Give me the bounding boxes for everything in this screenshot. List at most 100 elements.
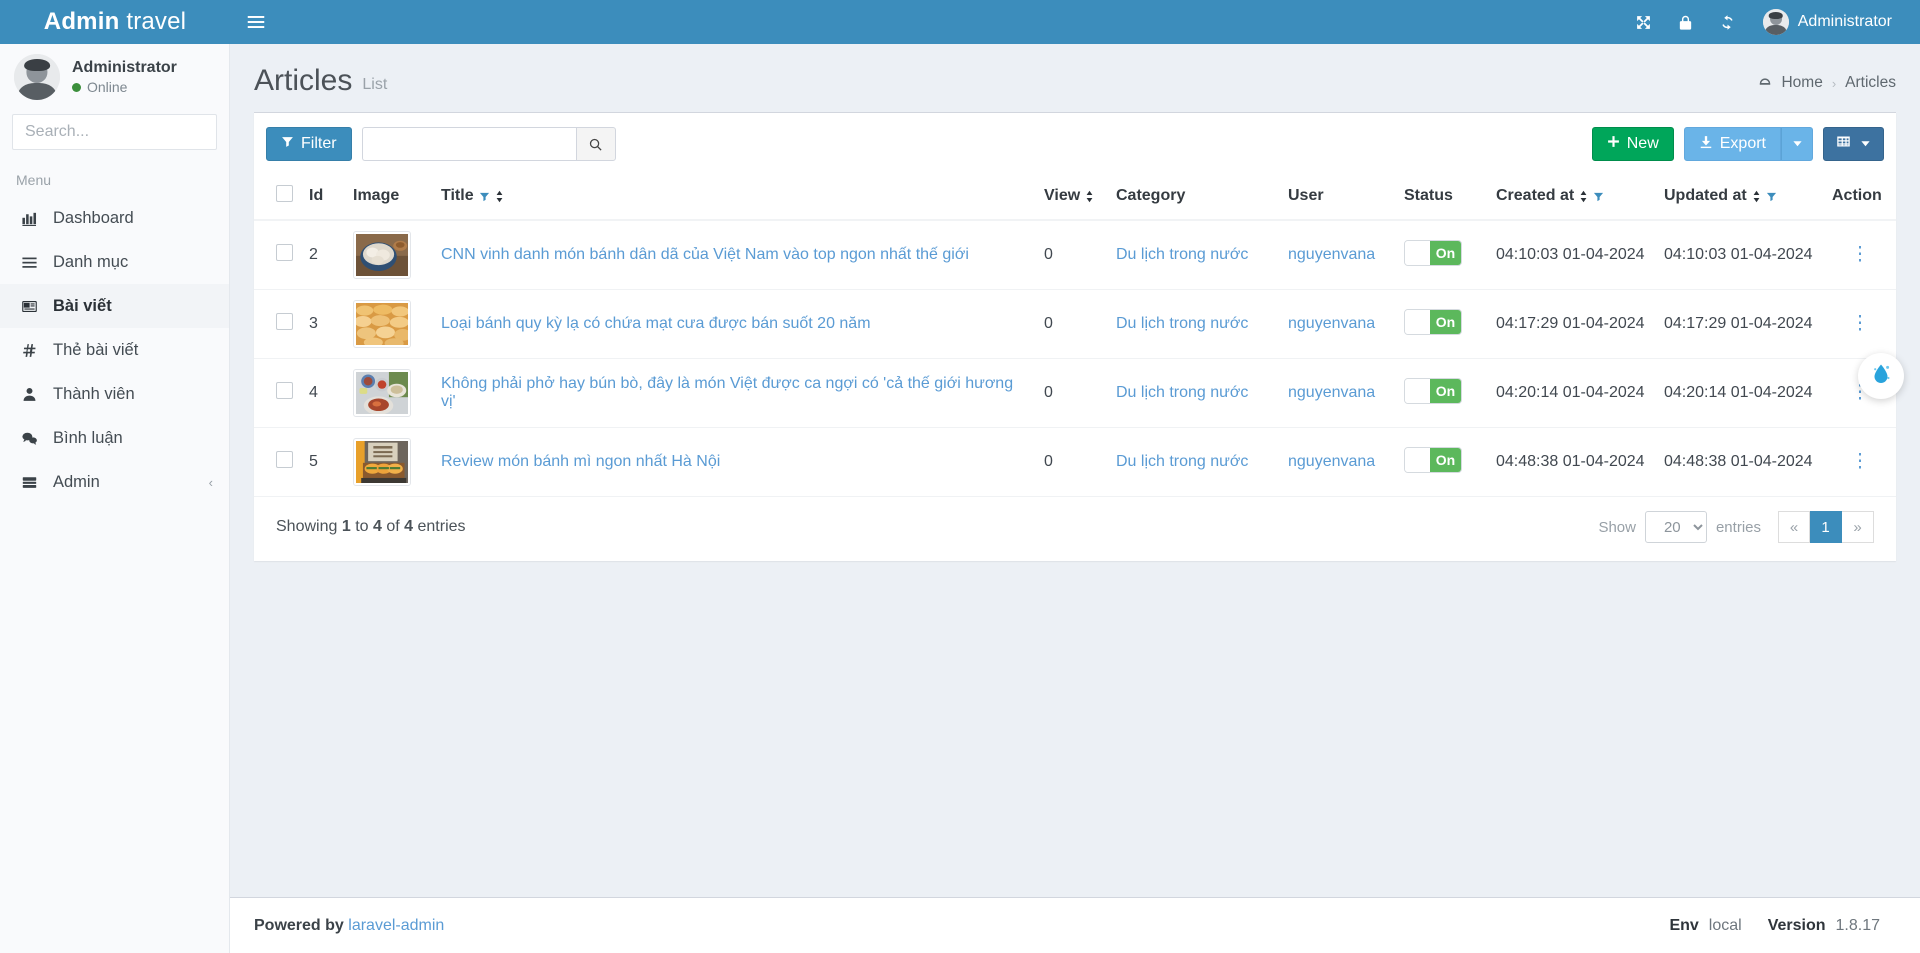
avatar: [1762, 9, 1789, 35]
row-title-link[interactable]: Loại bánh quy kỳ lạ có chứa mạt cưa được…: [441, 315, 871, 332]
banh-mi-thumbnail[interactable]: [353, 438, 411, 486]
sidebar-search-input[interactable]: [13, 123, 244, 141]
cookies-thumbnail[interactable]: [353, 300, 412, 349]
sort-icon[interactable]: [1752, 190, 1761, 203]
status-toggle[interactable]: On: [1404, 378, 1462, 404]
footer-meta: Env local Version 1.8.17: [1669, 917, 1896, 935]
th-title-label: Title: [441, 187, 474, 204]
row-title-link[interactable]: Không phải phở hay bún bò, đây là món Vi…: [441, 375, 1013, 410]
water-drop-icon: [1869, 362, 1893, 391]
row-user-link[interactable]: nguyenvana: [1288, 384, 1375, 401]
hamburger-icon[interactable]: [230, 0, 282, 44]
vertical-dots-icon[interactable]: ⋮: [1851, 452, 1870, 471]
funnel-icon[interactable]: [1593, 191, 1604, 202]
vietnamese-dishes-thumbnail[interactable]: [353, 369, 411, 417]
th-category-label: Category: [1116, 187, 1186, 204]
page-size-select[interactable]: 20: [1644, 511, 1707, 543]
plus-icon: [1607, 135, 1620, 153]
laravel-admin-link[interactable]: laravel-admin: [348, 917, 444, 934]
breadcrumb-home[interactable]: Home: [1781, 74, 1822, 92]
sidebar-item-dashboard[interactable]: Dashboard: [0, 196, 229, 240]
row-category-link[interactable]: Du lịch trong nước: [1116, 384, 1248, 401]
th-status: Status: [1396, 175, 1488, 221]
status-toggle-label: On: [1430, 379, 1461, 403]
powered-by-label: Powered by: [254, 916, 344, 934]
export-button[interactable]: Export: [1683, 127, 1781, 161]
navbar-user-menu[interactable]: Administrator: [1749, 0, 1900, 44]
sidebar-item-danh-muc[interactable]: Danh mục: [0, 240, 229, 284]
funnel-icon[interactable]: [1766, 191, 1777, 202]
water-drop-widget[interactable]: [1858, 353, 1904, 399]
lock-icon[interactable]: [1665, 0, 1707, 44]
filter-button[interactable]: Filter: [266, 127, 352, 161]
content-area: Articles List Home › Articles Filter New…: [230, 44, 1920, 953]
row-category-link[interactable]: Du lịch trong nước: [1116, 315, 1248, 332]
steamed-dumplings-thumbnail[interactable]: [353, 231, 411, 279]
row-image-cell: [345, 358, 433, 428]
sidebar-item-label: Bài viết: [53, 296, 112, 315]
table-head: Id Image Title View Category User Status…: [254, 175, 1896, 221]
th-id[interactable]: Id: [301, 175, 345, 221]
sort-icon[interactable]: [495, 190, 504, 203]
showing-to-word: to: [355, 518, 369, 535]
sidebar-avatar: [14, 54, 60, 100]
page-title: Articles: [254, 64, 353, 97]
th-image-label: Image: [353, 187, 400, 204]
status-toggle[interactable]: On: [1404, 240, 1462, 266]
fullscreen-icon[interactable]: [1623, 0, 1665, 44]
row-select-cell: [254, 358, 301, 428]
search-input[interactable]: [361, 127, 576, 161]
vertical-dots-icon[interactable]: ⋮: [1851, 245, 1870, 264]
th-category: Category: [1108, 175, 1280, 221]
refresh-icon[interactable]: [1707, 0, 1749, 44]
sort-icon[interactable]: [1579, 190, 1588, 203]
pagination-next[interactable]: »: [1842, 511, 1874, 543]
pagination-page-1[interactable]: 1: [1810, 511, 1842, 543]
status-toggle-label: On: [1430, 448, 1461, 472]
sidebar-search[interactable]: [12, 114, 258, 150]
search-icon[interactable]: [575, 127, 616, 161]
row-user-link[interactable]: nguyenvana: [1288, 453, 1375, 470]
status-toggle[interactable]: On: [1404, 447, 1462, 473]
table-row: 4 Không phải phở hay bún bò, đây là món …: [254, 358, 1896, 428]
new-button[interactable]: New: [1591, 127, 1674, 161]
sidebar-item-label: Dashboard: [53, 208, 134, 227]
row-checkbox[interactable]: [276, 451, 293, 468]
sort-icon[interactable]: [1085, 190, 1094, 203]
th-view[interactable]: View: [1036, 175, 1108, 221]
th-image: Image: [345, 175, 433, 221]
funnel-icon[interactable]: [479, 191, 490, 202]
row-category-link[interactable]: Du lịch trong nước: [1116, 453, 1248, 470]
sidebar-item-the-bai-viet[interactable]: Thẻ bài viết: [0, 328, 229, 372]
sidebar-item-thanh-vien[interactable]: Thành viên: [0, 372, 229, 416]
th-title[interactable]: Title: [433, 175, 1036, 221]
row-title-link[interactable]: CNN vinh danh món bánh dân dã của Việt N…: [441, 246, 969, 263]
column-selector-button[interactable]: [1823, 127, 1884, 161]
breadcrumb: Home › Articles: [1758, 74, 1896, 98]
sidebar-item-admin[interactable]: Admin ‹: [0, 460, 229, 504]
row-updated-at: 04:48:38 01-04-2024: [1656, 427, 1824, 497]
row-user-link[interactable]: nguyenvana: [1288, 246, 1375, 263]
row-updated-at: 04:17:29 01-04-2024: [1656, 289, 1824, 359]
row-checkbox[interactable]: [276, 244, 293, 261]
th-updated-label: Updated at: [1664, 187, 1747, 204]
row-checkbox[interactable]: [276, 382, 293, 399]
select-all-checkbox[interactable]: [276, 185, 293, 202]
th-created-at[interactable]: Created at: [1488, 175, 1656, 221]
pagination-prev[interactable]: «: [1778, 511, 1810, 543]
brand-logo[interactable]: Admin travel: [0, 0, 230, 44]
dashboard-icon: [1758, 76, 1772, 90]
th-updated-at[interactable]: Updated at: [1656, 175, 1824, 221]
vertical-dots-icon[interactable]: ⋮: [1851, 314, 1870, 333]
row-user-cell: nguyenvana: [1280, 358, 1396, 428]
row-category-link[interactable]: Du lịch trong nước: [1116, 246, 1248, 263]
row-title-link[interactable]: Review món bánh mì ngon nhất Hà Nội: [441, 453, 720, 470]
sidebar-item-binh-luan[interactable]: Bình luận: [0, 416, 229, 460]
status-toggle[interactable]: On: [1404, 309, 1462, 335]
row-user-link[interactable]: nguyenvana: [1288, 315, 1375, 332]
sidebar-item-bai-viet[interactable]: Bài viết: [0, 284, 229, 328]
row-checkbox[interactable]: [276, 313, 293, 330]
sidebar-item-label: Thẻ bài viết: [53, 340, 139, 359]
export-dropdown-toggle[interactable]: [1781, 127, 1813, 161]
status-toggle-label: On: [1430, 310, 1461, 334]
